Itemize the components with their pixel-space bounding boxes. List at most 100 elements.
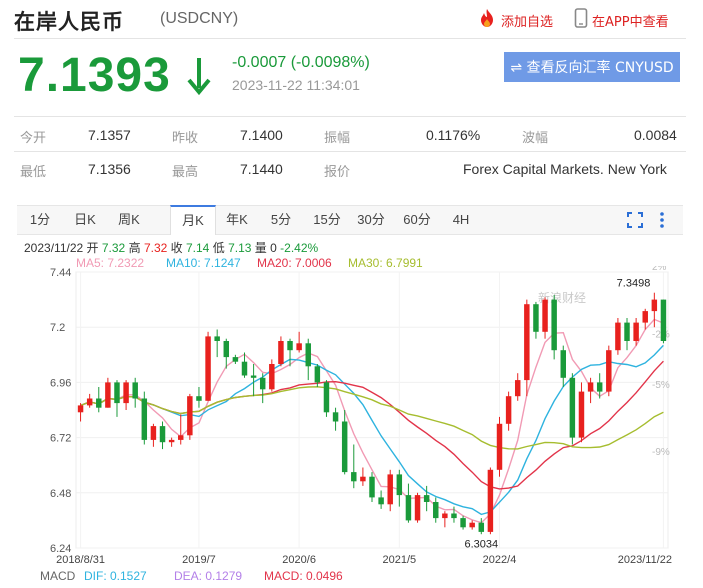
high-value: 7.1440	[240, 161, 283, 177]
candle-body	[259, 377, 266, 390]
candle-body	[269, 364, 275, 390]
candle-body	[451, 513, 457, 519]
period-tabs: 1分 日K 周K 月K 年K 5分 15分 30分 60分 4H	[17, 205, 683, 235]
candle-body	[132, 382, 138, 399]
open-value: 7.1357	[88, 127, 131, 143]
wave-value: 0.0084	[634, 127, 677, 143]
y-tick-label: 7.2	[50, 322, 65, 334]
max-annotation: 7.3498	[617, 278, 651, 290]
candle-body	[624, 322, 630, 341]
candle-body	[123, 382, 129, 404]
kline-high-label: 高	[128, 241, 141, 255]
kline-chart[interactable]: 7.447.26.966.726.486.24 9%5%2%-2%-5%-9% …	[0, 266, 703, 566]
add-watchlist-button[interactable]: 添加自选	[477, 8, 553, 32]
candle-body	[351, 472, 357, 482]
candle-body	[551, 299, 557, 351]
candle-body	[387, 474, 393, 505]
tab-4h[interactable]: 4H	[441, 206, 481, 234]
candle-body	[660, 299, 667, 341]
price-change: -0.0007 (-0.0098%)	[232, 54, 370, 71]
pct-tick-label: -9%	[652, 447, 670, 458]
x-tick-label: 2019/7	[182, 554, 216, 566]
low-value: 7.1356	[88, 161, 131, 177]
y-axis: 7.447.26.966.726.486.24	[50, 267, 71, 555]
candle-body	[332, 412, 339, 422]
quote-time: 2023-11-22 11:34:01	[232, 77, 360, 93]
candle-body	[514, 380, 521, 397]
add-watchlist-label: 添加自选	[501, 14, 554, 30]
amplitude-label: 振幅	[324, 131, 351, 146]
kline-info: 2023/11/22 开 7.32 高 7.32 收 7.14 低 7.13 量…	[24, 239, 318, 256]
candle-body	[542, 299, 548, 332]
candle-body	[469, 522, 475, 528]
candle-body	[168, 439, 175, 443]
reverse-rate-button[interactable]: ⇌ 查看反向汇率 CNYUSD	[504, 52, 680, 82]
stats-divider	[14, 151, 686, 152]
candle-body	[405, 495, 412, 521]
kline-vol-label: 量	[254, 241, 267, 255]
tab-60min[interactable]: 60分	[395, 206, 439, 234]
prev-close-label: 昨收	[172, 131, 199, 146]
macd-dif: DIF: 0.1527	[84, 569, 147, 583]
candle-body	[587, 382, 594, 392]
tab-monthly[interactable]: 月K	[170, 205, 216, 235]
down-arrow-icon	[186, 56, 212, 100]
tab-30min[interactable]: 30分	[351, 206, 391, 234]
candle-body	[296, 343, 302, 351]
wave-label: 波幅	[522, 131, 549, 146]
candle-body	[651, 299, 658, 312]
high-label: 最高	[172, 165, 199, 180]
candle-body	[478, 522, 485, 532]
candle-body	[287, 341, 293, 351]
candle-body	[223, 341, 230, 358]
tab-weekly[interactable]: 周K	[107, 206, 151, 234]
y-tick-label: 6.96	[50, 377, 71, 389]
candle-body	[414, 495, 421, 521]
tab-5min[interactable]: 5分	[261, 206, 301, 234]
amplitude-value: 0.1176%	[426, 127, 481, 143]
candle-body	[596, 382, 603, 392]
fullscreen-icon[interactable]	[627, 212, 643, 232]
pct-tick-label: 2%	[652, 266, 667, 273]
open-in-app-label: 在APP中查看	[592, 14, 669, 30]
y-tick-label: 6.72	[50, 433, 71, 445]
tab-daily[interactable]: 日K	[63, 206, 107, 234]
reverse-rate-label: ⇌ 查看反向汇率 CNYUSD	[510, 60, 674, 76]
candle-body	[250, 375, 257, 378]
candle-body	[642, 311, 648, 323]
candle-body	[396, 474, 403, 496]
macd-value: MACD: 0.0496	[264, 569, 343, 583]
header-divider	[14, 38, 686, 39]
quote-divider	[14, 116, 686, 117]
phone-icon	[574, 8, 588, 32]
pct-tick-label: -5%	[652, 380, 670, 391]
candle-body	[214, 336, 220, 341]
tab-15min[interactable]: 15分	[307, 206, 347, 234]
quote-source-value: Forex Capital Markets. New York	[463, 161, 667, 177]
prev-close-value: 7.1400	[240, 127, 283, 143]
tab-1min[interactable]: 1分	[17, 206, 63, 234]
candle-body	[606, 350, 612, 392]
candle-body	[86, 398, 93, 406]
x-tick-label: 2021/5	[382, 554, 416, 566]
kline-open-label: 开	[86, 241, 99, 255]
kline-close-label: 收	[170, 241, 183, 255]
x-tick-label: 2023/11/22	[618, 554, 672, 566]
macd-dea: DEA: 0.1279	[174, 569, 243, 583]
candle-body	[460, 518, 466, 528]
kline-vol: 0	[270, 241, 277, 255]
candle-body	[232, 357, 239, 362]
candle-body	[496, 423, 503, 470]
candle-body	[77, 405, 84, 413]
kline-open: 7.32	[101, 241, 126, 255]
candle-body	[150, 426, 157, 440]
x-tick-label: 2022/4	[483, 554, 517, 566]
current-price: 7.1393	[18, 49, 171, 102]
tab-yearly[interactable]: 年K	[216, 206, 258, 234]
candle-body	[96, 398, 102, 408]
open-in-app-button[interactable]: 在APP中查看	[574, 8, 669, 32]
y-tick-label: 7.44	[50, 267, 71, 279]
page-title: 在岸人民币	[14, 10, 124, 34]
candle-body	[615, 322, 621, 351]
more-options-icon[interactable]	[659, 212, 665, 232]
